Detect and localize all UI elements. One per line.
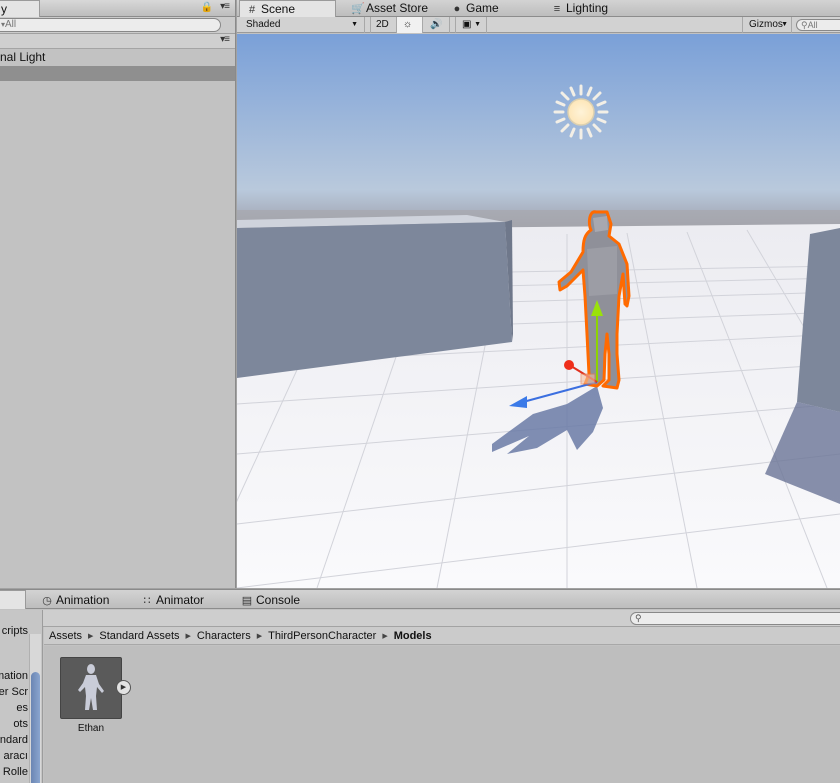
- breadcrumb-item[interactable]: Assets: [49, 630, 82, 642]
- search-icon: ⚲: [635, 613, 642, 623]
- tab-animator[interactable]: ∷ Animator: [135, 592, 212, 609]
- tree-item[interactable]: es: [16, 702, 28, 714]
- gizmos-label: Gizmos: [749, 19, 783, 30]
- hierarchy-item-selected[interactable]: [0, 66, 235, 81]
- breadcrumb: Assets ▶ Standard Assets ▶ Characters ▶ ThirdP…: [44, 627, 840, 645]
- chevron-right-icon: ▶: [382, 633, 388, 640]
- draw-mode-dropdown[interactable]: Shaded ▼: [237, 17, 365, 33]
- chevron-down-icon: ▼: [351, 21, 358, 28]
- tab-console-label: Console: [256, 593, 301, 607]
- chevron-right-icon: ▶: [88, 633, 94, 640]
- tree-item-label: cripts: [1, 625, 28, 637]
- draw-mode-label: Shaded: [246, 19, 281, 30]
- hierarchy-search-placeholder: All: [5, 19, 17, 30]
- animator-icon: ∷: [143, 595, 151, 607]
- 2d-mode-button[interactable]: 2D: [370, 17, 397, 33]
- bottom-tabstrip: ◷ Animation ∷ Animator ▤ Console: [0, 590, 840, 609]
- scene-render: [237, 34, 840, 588]
- tab-hierarchy[interactable]: y: [0, 0, 40, 17]
- hierarchy-subheader: ▾≡: [0, 34, 235, 49]
- menu-icon[interactable]: ▾≡: [220, 1, 230, 12]
- tree-item[interactable]: mation: [0, 670, 28, 682]
- tree-item-label: er Scr: [0, 686, 28, 698]
- scene-effects-dropdown[interactable]: ▣ ▼: [455, 17, 487, 33]
- scene-tabstrip: # Scene 🛒Asset Store ● Game ≡ Lighting: [237, 0, 840, 17]
- search-icon: ⚲: [801, 20, 808, 30]
- tree-scrollbar[interactable]: [29, 634, 41, 783]
- hierarchy-panel: y 🔒 ▾≡ ▾All ▾≡ nal Light: [0, 0, 236, 588]
- play-icon[interactable]: ▶: [116, 680, 131, 695]
- tree-item[interactable]: aracı: [4, 750, 28, 762]
- scene-audio-toggle[interactable]: 🔊: [423, 17, 450, 33]
- character-model-icon: [78, 664, 104, 710]
- tree-item[interactable]: er Scr: [0, 686, 28, 698]
- tab-hierarchy-label: y: [1, 2, 7, 16]
- tab-lighting[interactable]: ≡ Lighting: [545, 0, 616, 17]
- store-icon: 🛒: [351, 3, 365, 15]
- sky: [237, 34, 840, 234]
- hierarchy-search-row: ▾All: [0, 17, 235, 34]
- tab-asset-store-label: Asset Store: [366, 1, 429, 15]
- project-folder-tree: cripts mation er Scr es ots ndard aracı …: [0, 610, 43, 783]
- asset-label: Ethan: [77, 723, 105, 734]
- breadcrumb-current[interactable]: Models: [394, 630, 432, 642]
- breadcrumb-item[interactable]: Standard Assets: [99, 630, 179, 642]
- breadcrumb-item[interactable]: ThirdPersonCharacter: [268, 630, 376, 642]
- tab-scene-label: Scene: [261, 2, 296, 16]
- console-icon: ▤: [241, 595, 253, 607]
- hierarchy-search-input[interactable]: ▾All: [0, 18, 221, 32]
- scene-search-input[interactable]: ⚲All: [796, 19, 840, 31]
- project-search-input[interactable]: ⚲: [630, 612, 840, 625]
- tab-console[interactable]: ▤ Console: [235, 592, 308, 609]
- tree-item-label: es: [16, 702, 28, 714]
- speaker-icon: 🔊: [430, 19, 443, 30]
- tree-item[interactable]: ndard: [0, 734, 28, 746]
- tab-animation[interactable]: ◷ Animation: [35, 592, 117, 609]
- asset-thumbnail-ethan[interactable]: [60, 657, 122, 719]
- tree-item-label: mation: [0, 670, 28, 682]
- chevron-down-icon: ▼: [781, 21, 788, 28]
- scene-panel: # Scene 🛒Asset Store ● Game ≡ Lighting Shad…: [237, 0, 840, 588]
- scene-toolbar: Shaded ▼ 2D ☼ 🔊 ▣ ▼ Gizmos ▼ ⚲All: [237, 17, 840, 33]
- tab-game[interactable]: ● Game: [445, 0, 507, 17]
- tab-scene[interactable]: # Scene: [239, 0, 336, 17]
- hierarchy-item-directional-light[interactable]: nal Light: [0, 50, 235, 65]
- tab-game-label: Game: [466, 1, 499, 15]
- lock-icon[interactable]: 🔒: [201, 2, 213, 13]
- scene-search-placeholder: All: [807, 20, 818, 30]
- gizmos-dropdown[interactable]: Gizmos ▼: [742, 17, 792, 33]
- tab-lighting-label: Lighting: [566, 1, 609, 15]
- directional-light-gizmo[interactable]: [553, 84, 609, 140]
- tree-item[interactable]: Rolle: [3, 766, 28, 778]
- tab-asset-store[interactable]: 🛒Asset Store: [345, 0, 436, 17]
- project-assets-grid: ▶ Ethan: [44, 646, 840, 783]
- chevron-right-icon: ▶: [185, 633, 191, 640]
- tab-project[interactable]: [0, 590, 26, 609]
- tree-item-label: ots: [13, 718, 28, 730]
- game-icon: ●: [453, 3, 461, 15]
- tree-scrollbar-thumb[interactable]: [31, 672, 40, 783]
- lighting-icon: ≡: [553, 3, 561, 15]
- breadcrumb-item[interactable]: Characters: [197, 630, 251, 642]
- create-menu-icon[interactable]: ▾≡: [220, 34, 230, 45]
- tree-item-label: Rolle: [2, 766, 28, 778]
- project-toolbar: ⚲: [0, 610, 840, 627]
- chevron-down-icon: ▼: [474, 21, 481, 28]
- chevron-right-icon: ▶: [256, 633, 263, 640]
- scene-viewport[interactable]: [237, 34, 840, 588]
- hierarchy-item-label: nal Light: [0, 50, 46, 64]
- image-icon: ▣: [462, 19, 472, 30]
- scene-lighting-toggle[interactable]: ☼: [397, 17, 423, 33]
- 2d-mode-label: 2D: [376, 19, 389, 30]
- clock-icon: ◷: [42, 595, 52, 607]
- tree-item[interactable]: cripts: [2, 625, 28, 637]
- tree-item-label: aracı: [3, 750, 28, 762]
- tab-animation-label: Animation: [56, 593, 110, 607]
- bottom-panel: ◷ Animation ∷ Animator ▤Console ⚲ cripts m…: [0, 589, 840, 783]
- tab-animator-label: Animator: [156, 593, 205, 607]
- tree-item[interactable]: ots: [13, 718, 28, 730]
- sun-icon: ☼: [403, 19, 413, 30]
- hierarchy-tabstrip: y 🔒 ▾≡: [0, 0, 235, 17]
- tree-item-label: ndard: [0, 734, 28, 746]
